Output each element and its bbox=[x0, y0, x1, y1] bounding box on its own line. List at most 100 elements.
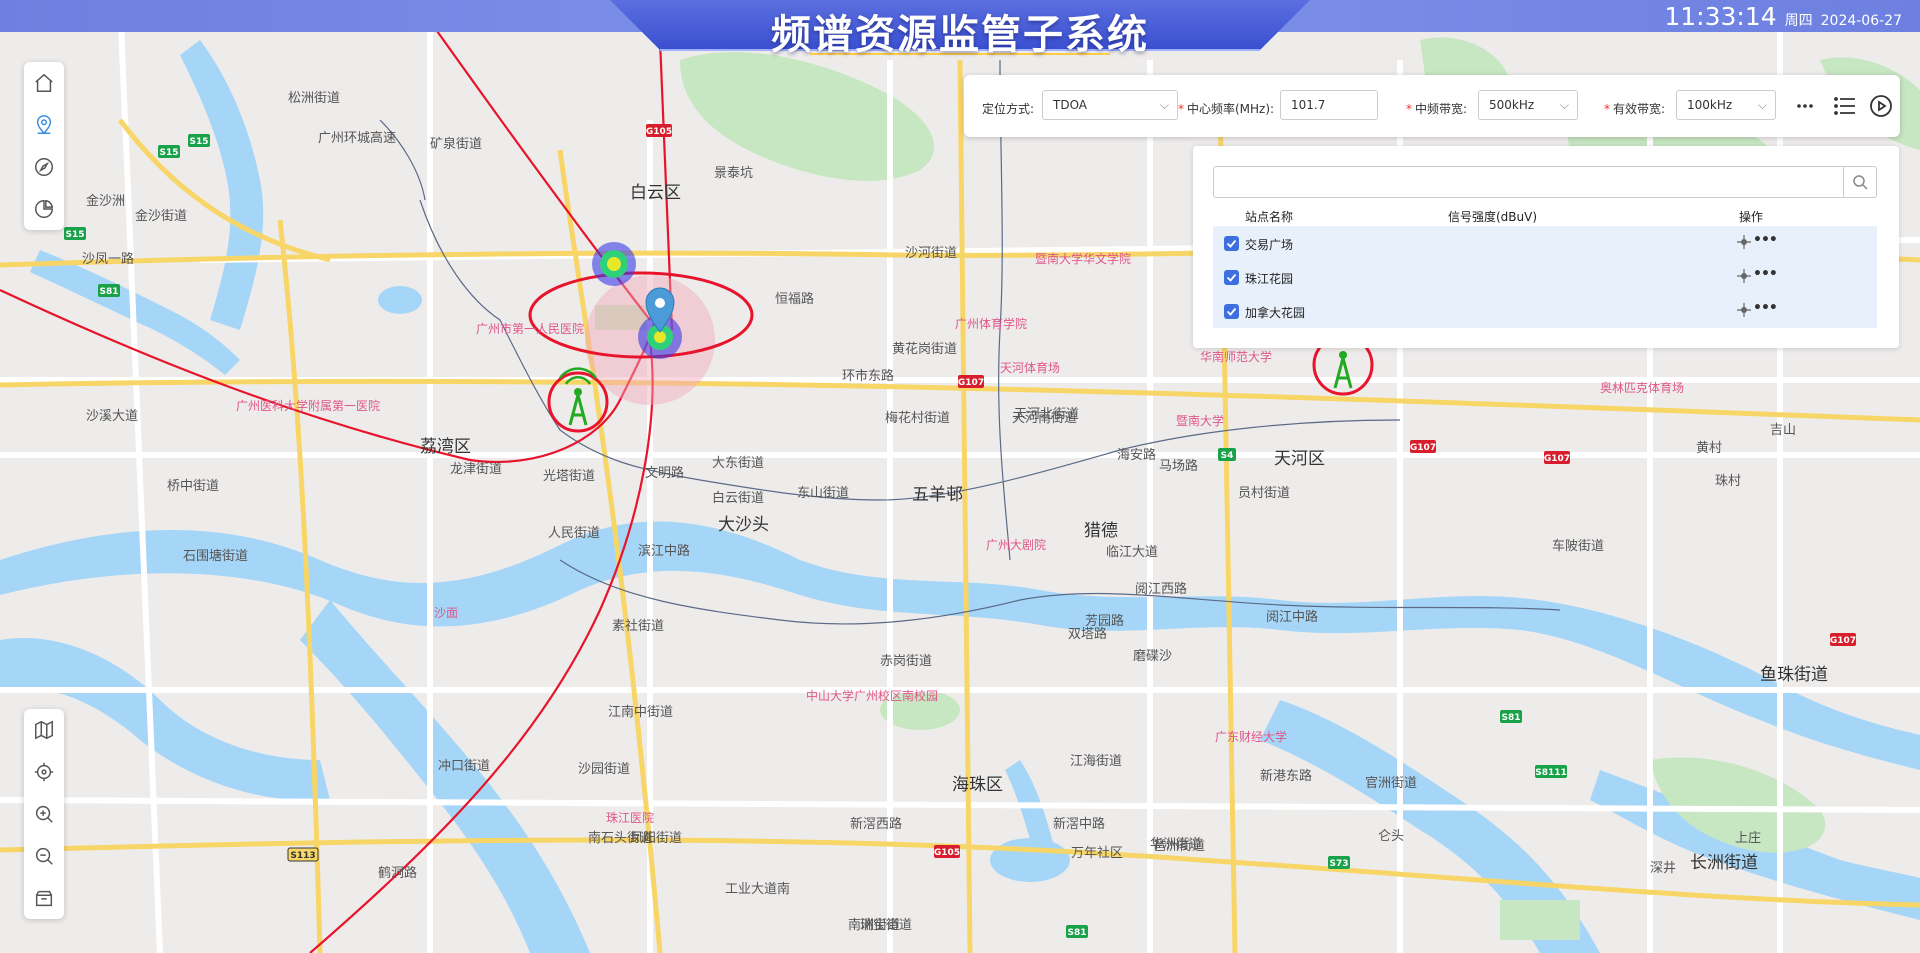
play-circle-icon bbox=[1870, 95, 1892, 117]
street-label: 黄村 bbox=[1696, 441, 1722, 456]
zoom-in-button[interactable] bbox=[24, 793, 64, 835]
eff-bw-label-text: 有效带宽: bbox=[1613, 102, 1666, 116]
row-more-button[interactable]: ••• bbox=[1753, 232, 1778, 248]
zoom-out-button[interactable] bbox=[24, 835, 64, 877]
shield-label: S81 bbox=[1501, 713, 1520, 723]
center-freq-label: * 中心频率(MHz): bbox=[1178, 100, 1274, 117]
row-more-button[interactable]: ••• bbox=[1753, 266, 1778, 282]
street-label: 黄花岗街道 bbox=[892, 341, 957, 357]
station-row[interactable]: 珠江花园 ••• bbox=[1213, 260, 1877, 294]
mid-bw-label: * 中频带宽: bbox=[1406, 100, 1467, 117]
street-label: 员村街道 bbox=[1238, 486, 1290, 501]
district-label: 长洲街道 bbox=[1690, 853, 1758, 873]
shield-label: G105 bbox=[646, 127, 672, 137]
shield-label: S81 bbox=[1067, 928, 1086, 938]
street-label: 沙河街道 bbox=[905, 246, 957, 261]
street-label: 大东街道 bbox=[712, 456, 764, 471]
play-button[interactable] bbox=[1868, 93, 1894, 119]
signal-locate-icon[interactable] bbox=[1735, 301, 1753, 319]
location-button[interactable] bbox=[24, 104, 64, 146]
street-label: 文明路 bbox=[645, 465, 684, 481]
shield-label: S81 bbox=[99, 287, 118, 297]
street-label: 临江大道 bbox=[1106, 545, 1158, 560]
compass-icon bbox=[35, 158, 53, 176]
signal-locate-icon[interactable] bbox=[1735, 233, 1753, 251]
station-panel: 站点名称 信号强度(dBuV) 操作 交易广场 ••• 珠江花园 ••• 加拿大… bbox=[1193, 146, 1899, 348]
station-row[interactable]: 交易广场 ••• bbox=[1213, 226, 1877, 260]
street-label: 车陂街道 bbox=[1552, 538, 1604, 554]
locating-control-bar: 定位方式: TDOA ⌵ * 中心频率(MHz): 101.7 * 中频带宽: 50… bbox=[964, 75, 1900, 137]
poi-label: 暨南大学华文学院 bbox=[1035, 251, 1131, 266]
signal-locate-icon[interactable] bbox=[1735, 267, 1753, 285]
station-name: 珠江花园 bbox=[1245, 272, 1294, 286]
map-canvas[interactable]: S15 S15 S15 S81 G105 G107 G107 G107 G107… bbox=[0, 0, 1920, 953]
more-button[interactable] bbox=[1792, 93, 1818, 119]
district-label: 鱼珠街道 bbox=[1760, 665, 1828, 685]
street-label: 万年社区 bbox=[1071, 845, 1123, 861]
station-checkbox[interactable] bbox=[1224, 270, 1239, 285]
list-button[interactable] bbox=[1832, 93, 1858, 119]
district-label: 天河区 bbox=[1274, 449, 1325, 469]
compass-button[interactable] bbox=[24, 146, 64, 188]
statistics-button[interactable] bbox=[24, 188, 64, 230]
street-label: 环市东路 bbox=[842, 368, 894, 384]
clock-weekday: 周四 bbox=[1784, 13, 1813, 29]
check-icon bbox=[1226, 239, 1237, 248]
locate-button[interactable] bbox=[24, 751, 64, 793]
eff-bw-value: 100kHz bbox=[1687, 98, 1733, 112]
station-name: 交易广场 bbox=[1245, 238, 1294, 252]
street-label: 素社街道 bbox=[612, 618, 664, 634]
street-label: 阅江西路 bbox=[1135, 581, 1187, 597]
toolbar-top bbox=[24, 62, 64, 230]
street-label: 瑞宝街道 bbox=[860, 918, 912, 933]
home-button[interactable] bbox=[24, 62, 64, 104]
street-label: 恒福路 bbox=[775, 291, 814, 307]
street-label: 人民街道 bbox=[548, 526, 600, 541]
required-mark: * bbox=[1604, 102, 1610, 116]
chevron-down-icon: ⌵ bbox=[1559, 98, 1569, 112]
shield-label: S4 bbox=[1221, 451, 1234, 461]
map-icon bbox=[35, 720, 53, 740]
poi-label: 沙面 bbox=[434, 606, 458, 620]
method-value: TDOA bbox=[1053, 98, 1088, 112]
eff-bw-select[interactable]: 100kHz ⌵ bbox=[1676, 90, 1776, 120]
center-freq-input[interactable]: 101.7 bbox=[1280, 90, 1378, 120]
street-label: 凤阳街道 bbox=[630, 831, 682, 846]
map-button[interactable] bbox=[24, 709, 64, 751]
clock-date: 2024-06-27 bbox=[1820, 13, 1902, 29]
mid-bw-select[interactable]: 500kHz ⌵ bbox=[1478, 90, 1578, 120]
home-icon bbox=[35, 73, 53, 92]
station-checkbox[interactable] bbox=[1224, 236, 1239, 251]
station-row[interactable]: 加拿大花园 ••• bbox=[1213, 294, 1877, 328]
street-label: 磨碟沙 bbox=[1133, 649, 1172, 664]
page-title: 频谱资源监管子系统 bbox=[771, 12, 1149, 58]
eff-bw-label: * 有效带宽: bbox=[1604, 100, 1665, 117]
street-label: 桥中街道 bbox=[167, 479, 219, 494]
shield-label: S113 bbox=[290, 851, 315, 861]
chevron-down-icon: ⌵ bbox=[1159, 98, 1169, 112]
shield-label: G107 bbox=[958, 378, 984, 388]
poi-label: 暨南大学 bbox=[1176, 413, 1224, 428]
search-button[interactable] bbox=[1843, 167, 1876, 197]
more-horizontal-icon bbox=[1797, 104, 1813, 108]
street-label: 江南中街道 bbox=[608, 704, 673, 720]
station-search-input[interactable] bbox=[1214, 167, 1834, 197]
street-label: 沙园街道 bbox=[578, 762, 630, 777]
poi-label: 中山大学广州校区南校园 bbox=[806, 688, 938, 703]
street-label: 石围塘街道 bbox=[183, 548, 248, 564]
street-label: 马场路 bbox=[1159, 458, 1198, 474]
street-label: 仑头 bbox=[1378, 829, 1404, 844]
method-select[interactable]: TDOA ⌵ bbox=[1042, 90, 1178, 120]
district-label: 五羊邨 bbox=[912, 485, 963, 505]
street-label: 滨江中路 bbox=[638, 543, 690, 559]
row-more-button[interactable]: ••• bbox=[1753, 300, 1778, 316]
column-header-ops: 操作 bbox=[1739, 210, 1764, 224]
poi-label: 广州大剧院 bbox=[986, 538, 1046, 552]
clock: 11:33:14 周四 2024-06-27 bbox=[1664, 2, 1902, 31]
street-label: 工业大道南 bbox=[725, 881, 790, 897]
layers-button[interactable] bbox=[24, 877, 64, 919]
street-label: 白云街道 bbox=[712, 490, 764, 506]
street-label: 珠村 bbox=[1715, 474, 1741, 489]
street-label: 龙津街道 bbox=[450, 462, 502, 477]
station-checkbox[interactable] bbox=[1224, 304, 1239, 319]
